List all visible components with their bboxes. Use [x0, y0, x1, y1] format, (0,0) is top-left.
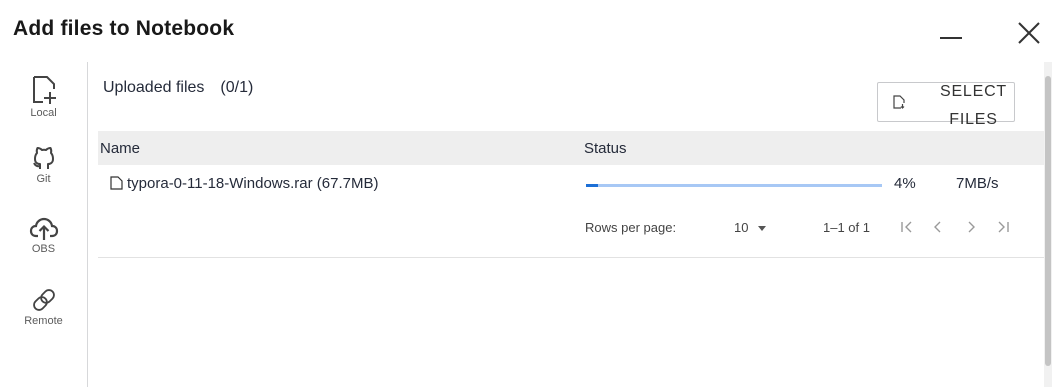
- upload-panel: Uploaded files (0/1) SELECT FILES Name St…: [88, 62, 1044, 387]
- sidebar-item-obs[interactable]: OBS: [0, 214, 87, 276]
- select-files-label: SELECT FILES: [939, 83, 1008, 128]
- sidebar-item-label: Remote: [24, 315, 63, 327]
- file-upload-icon: [893, 95, 905, 109]
- github-icon: [32, 147, 54, 169]
- previous-page-button[interactable]: [927, 216, 949, 238]
- upload-progress-fill: [586, 184, 598, 187]
- caret-down-icon: [758, 226, 766, 231]
- minimize-icon: [940, 37, 962, 39]
- last-page-icon: [998, 221, 1009, 233]
- file-icon: [110, 176, 123, 190]
- rows-per-page-label: Rows per page:: [585, 220, 677, 235]
- close-button[interactable]: [1008, 12, 1048, 52]
- first-page-icon: [901, 221, 912, 233]
- pagination: Rows per page: 10 1–1 of 1: [98, 212, 1044, 242]
- column-header-status: Status: [584, 140, 627, 157]
- table-header: Name Status: [98, 131, 1044, 165]
- cloud-upload-icon: [29, 217, 58, 240]
- next-page-button[interactable]: [960, 216, 982, 238]
- last-page-button[interactable]: [992, 216, 1014, 238]
- column-header-name: Name: [100, 140, 141, 157]
- table-row: typora-0-11-18-Windows.rar (67.7MB) 4% 7…: [98, 165, 1044, 201]
- uploaded-files-count: (0/1): [220, 79, 254, 96]
- file-plus-icon: [32, 76, 56, 104]
- rows-per-page-select[interactable]: 10: [734, 218, 784, 238]
- minimize-button[interactable]: [930, 12, 970, 52]
- sidebar-item-remote[interactable]: Remote: [0, 286, 87, 348]
- sidebar-item-label: OBS: [31, 243, 56, 255]
- upload-percent: 4%: [894, 175, 916, 192]
- page-range: 1–1 of 1: [823, 220, 870, 235]
- sidebar-item-git[interactable]: Git: [0, 142, 87, 204]
- dialog-title-bar: Add files to Notebook: [0, 0, 1052, 62]
- link-icon: [32, 289, 55, 311]
- file-name: typora-0-11-18-Windows.rar (67.7MB): [127, 175, 379, 192]
- sidebar-item-label: Local: [30, 107, 57, 119]
- sidebar-item-local[interactable]: Local: [0, 74, 87, 136]
- sidebar-item-label: Git: [36, 173, 51, 185]
- upload-progress-bar: [586, 184, 882, 187]
- source-sidebar: Local Git OBS Remote: [0, 62, 88, 387]
- table-divider: [98, 257, 1044, 258]
- scrollbar-thumb[interactable]: [1045, 76, 1051, 366]
- upload-speed: 7MB/s: [956, 175, 999, 192]
- chevron-right-icon: [968, 221, 975, 233]
- dialog-title: Add files to Notebook: [13, 17, 235, 40]
- chevron-left-icon: [934, 221, 941, 233]
- rows-per-page-value: 10: [734, 220, 749, 235]
- close-icon: [1018, 22, 1040, 44]
- vertical-scrollbar[interactable]: [1044, 62, 1052, 387]
- uploaded-files-label: Uploaded files: [103, 79, 205, 96]
- select-files-button[interactable]: SELECT FILES: [877, 82, 1015, 128]
- uploaded-files-heading: Uploaded files (0/1): [103, 79, 253, 97]
- first-page-button[interactable]: [896, 216, 918, 238]
